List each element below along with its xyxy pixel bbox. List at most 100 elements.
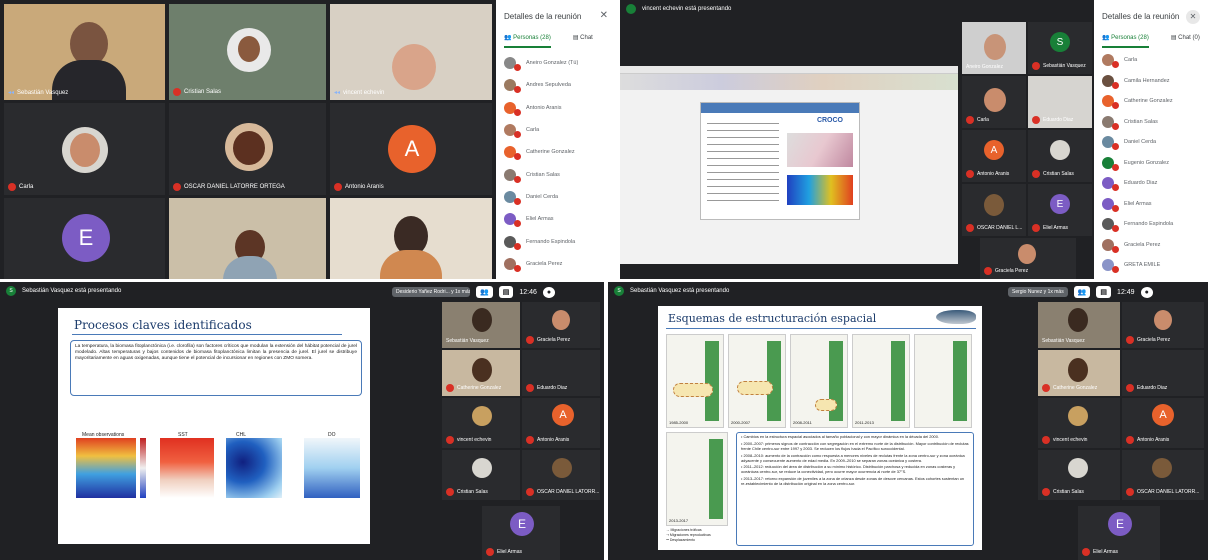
meet-presentation-view-1: vincent echevin está presentando CROCO A…	[620, 0, 1208, 279]
mic-off-icon	[514, 64, 521, 72]
list-item[interactable]: Carla	[504, 119, 612, 141]
meeting-details-panel: Detalles de la reunión ✕ 👥 Personas (28)…	[496, 0, 616, 279]
list-item[interactable]: Eliel Armas	[504, 208, 612, 230]
avatar	[1102, 197, 1119, 212]
video-tile[interactable]: Cristian Salas	[1038, 450, 1120, 500]
video-tile[interactable]: Carla	[962, 76, 1026, 128]
participant-video	[472, 358, 492, 382]
video-tile[interactable]: OSCAR DANIEL L...	[962, 184, 1026, 236]
video-tile[interactable]: Carla	[4, 103, 165, 195]
avatar	[1102, 115, 1119, 130]
video-tile[interactable]: vincent echevin	[1038, 398, 1120, 448]
tab-people[interactable]: 👥 Personas (28)	[504, 34, 551, 48]
participant-video	[472, 308, 492, 332]
list-item[interactable]: Catherine Gonzalez	[504, 141, 612, 163]
list-item[interactable]: Aneiro Gonzalez (Tú)	[504, 52, 612, 74]
video-tile[interactable]: A Antonio Aranis	[522, 398, 600, 448]
video-tile[interactable]: E Eliel Armas	[1078, 506, 1160, 560]
period-map: 2008-2011	[790, 334, 848, 428]
tab-people[interactable]: 👥 Personas (28)	[1102, 34, 1149, 48]
list-item[interactable]: GRETA EMILE	[1102, 255, 1204, 276]
bullet-item: • 2000–2007: primeros signos de contracc…	[741, 440, 969, 451]
host-chip[interactable]: Sergio Nunez y 1x más	[1008, 287, 1068, 297]
avatar	[504, 124, 521, 139]
video-tile[interactable]: Eduardo Diaz	[1122, 350, 1204, 396]
list-item[interactable]: Cristian Salas	[1102, 112, 1204, 133]
avatar	[504, 213, 521, 228]
tab-chat[interactable]: ▤ Chat	[573, 34, 593, 48]
video-tile[interactable]: Catherine Gonzalez	[442, 350, 520, 396]
video-tile[interactable]: Graciela Perez	[522, 302, 600, 348]
video-tile[interactable]: ◂◂ Sebastián Vasquez	[4, 4, 165, 100]
list-item[interactable]: Daniel Cerda	[1102, 132, 1204, 153]
list-item[interactable]: Fernando Espindola	[504, 230, 612, 252]
avatar	[1102, 177, 1119, 192]
video-tile[interactable]: S Sebastián Vasquez	[1028, 22, 1092, 74]
close-icon[interactable]: ✕	[600, 10, 608, 21]
video-tile[interactable]: Aneiro Gonzalez	[962, 22, 1026, 74]
participant-name: Antonio Aranis	[526, 436, 569, 444]
video-tile[interactable]: Graciela Perez	[1122, 302, 1204, 348]
list-item[interactable]: Graciela Perez	[504, 253, 612, 275]
mic-off-icon	[966, 170, 974, 178]
video-tile[interactable]	[330, 198, 492, 279]
video-tile[interactable]: vincent echevin	[442, 398, 520, 448]
video-tile[interactable]: Sebastián Vasquez	[1038, 302, 1120, 348]
people-icon[interactable]: 👥	[476, 286, 493, 298]
video-tile[interactable]: Catherine Gonzalez	[1038, 350, 1120, 396]
avatar[interactable]: ●	[1140, 286, 1153, 298]
app-toolbar	[620, 74, 958, 90]
people-icon[interactable]: 👥	[1073, 286, 1091, 298]
participant-name: Catherine Gonzalez	[446, 384, 501, 392]
video-tile[interactable]: OSCAR DANIEL LATORR...	[1122, 450, 1204, 500]
video-tile[interactable]: Graciela Perez	[980, 238, 1076, 279]
list-item[interactable]: Daniel Cerda	[504, 186, 612, 208]
list-item[interactable]: Catherine Gonzalez	[1102, 91, 1204, 112]
participant-name: Cristian Salas	[1042, 488, 1084, 496]
list-item[interactable]: Cristian Salas	[504, 163, 612, 185]
video-tile[interactable]: E	[4, 198, 165, 279]
video-tile[interactable]: OSCAR DANIEL LATORR...	[522, 450, 600, 500]
mic-off-icon	[486, 548, 494, 556]
list-item[interactable]: Fernando Espindola	[1102, 214, 1204, 235]
list-item[interactable]: Antonio Aranis	[504, 97, 612, 119]
list-item[interactable]: Graciela Perez	[1102, 235, 1204, 256]
video-tile[interactable]: OSCAR DANIEL LATORRE ORTEGA	[169, 103, 326, 195]
video-tile[interactable]: Eduardo Diaz	[1028, 76, 1092, 128]
avatar	[504, 101, 521, 116]
mic-off-icon	[8, 183, 16, 191]
video-tile[interactable]: Cristian Salas	[1028, 130, 1092, 182]
avatar[interactable]: ●	[542, 286, 556, 298]
video-tile[interactable]: Eduardo Diaz	[522, 350, 600, 396]
video-tile[interactable]: ◂◂ vincent echevin	[330, 4, 492, 100]
video-tile[interactable]: Cristian Salas	[169, 4, 326, 100]
host-chip[interactable]: Desiderio Yañez Rodri... y 1x más	[392, 287, 470, 297]
video-tile[interactable]: Sebastián Vasquez	[442, 302, 520, 348]
participant-name: ◂◂ vincent echevin	[334, 89, 385, 97]
video-tile[interactable]: E Eliel Armas	[482, 506, 560, 560]
list-item[interactable]: Andres Sepulveda	[504, 74, 612, 96]
avatar	[1102, 95, 1119, 110]
list-item[interactable]: Eduardo Diaz	[1102, 173, 1204, 194]
video-tile[interactable]: A Antonio Aranis	[330, 103, 492, 195]
video-tile[interactable]: E Eliel Armas	[1028, 184, 1092, 236]
chat-icon[interactable]: ▤	[1096, 286, 1112, 298]
bullet-item: • Cambios en la estructura espacial asoc…	[741, 434, 939, 439]
video-tile[interactable]: A Antonio Aranis	[1122, 398, 1204, 448]
chat-icon[interactable]: ▤	[498, 286, 514, 298]
video-tile[interactable]	[169, 198, 326, 279]
video-tile[interactable]: A Antonio Aranis	[962, 130, 1026, 182]
video-tile[interactable]: Cristian Salas	[442, 450, 520, 500]
list-item[interactable]: Carla	[1102, 50, 1204, 71]
list-item[interactable]: Eliel Armas	[1102, 194, 1204, 215]
list-item[interactable]: Eugenio Gonzalez	[1102, 153, 1204, 174]
close-icon[interactable]: ✕	[1186, 10, 1200, 24]
list-item[interactable]: Camila Hernandez	[1102, 71, 1204, 92]
avatar	[504, 235, 521, 250]
participant-video	[1152, 458, 1172, 478]
tab-chat[interactable]: ▤ Chat (0)	[1171, 34, 1200, 48]
participant-avatar: A	[1152, 404, 1174, 426]
clock: 12:46	[519, 288, 537, 296]
croco-logo: CROCO	[816, 117, 843, 124]
mic-off-icon	[446, 384, 454, 392]
